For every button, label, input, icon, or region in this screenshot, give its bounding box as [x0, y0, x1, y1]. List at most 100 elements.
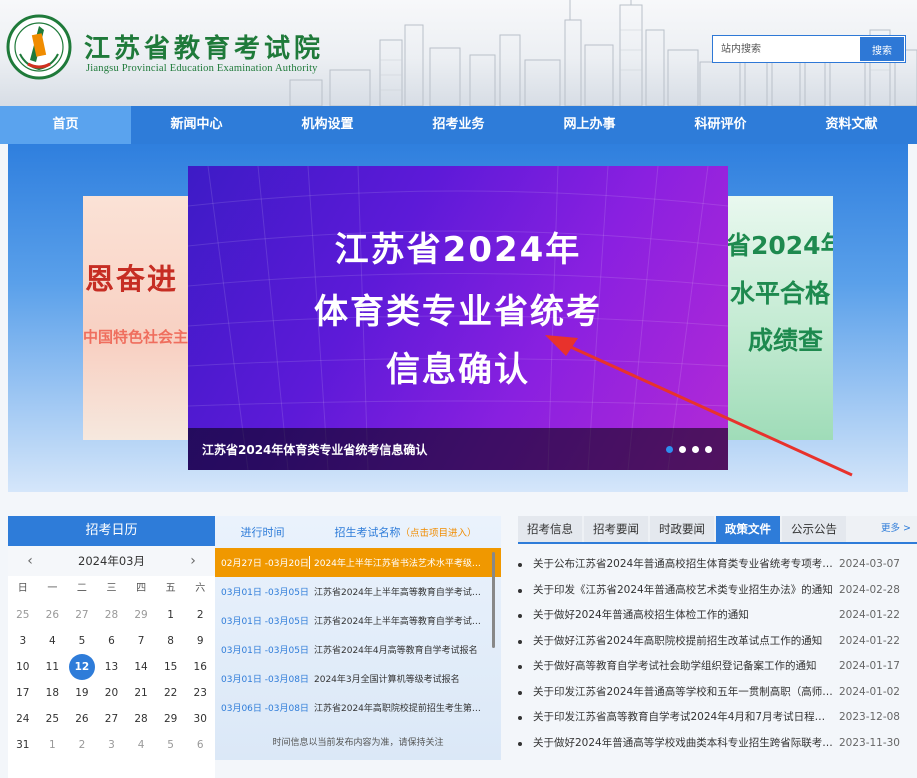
calendar-day[interactable]: 1: [38, 732, 68, 758]
calendar-day[interactable]: 25: [38, 706, 68, 732]
calendar-day[interactable]: 30: [185, 706, 215, 732]
schedule-row[interactable]: 03月01日 -03月05日 江苏省2024年4月高等教育自学考试报名: [215, 635, 501, 664]
calendar-day[interactable]: 28: [126, 706, 156, 732]
banner-slide-right[interactable]: 省2024年 水平合格 成绩查: [726, 196, 833, 440]
nav-item-home[interactable]: 首页: [0, 106, 131, 144]
banner-slide-main[interactable]: 江苏省2024年 体育类专业省统考 信息确认 江苏省2024年体育类专业省统考信…: [188, 166, 728, 470]
calendar-day[interactable]: 11: [38, 654, 68, 680]
calendar-day[interactable]: 22: [156, 680, 186, 706]
calendar-day[interactable]: 4: [38, 628, 68, 654]
schedule-row[interactable]: 03月01日 -03月05日 江苏省2024年上半年高等教育自学考试省…: [215, 606, 501, 635]
nav-item-research[interactable]: 科研评价: [655, 106, 786, 144]
calendar-day[interactable]: 31: [8, 732, 38, 758]
calendar-day[interactable]: 24: [8, 706, 38, 732]
banner-slide-left[interactable]: 恩奋进 中国特色社会主: [83, 196, 188, 440]
nav-item-news-center[interactable]: 新闻中心: [131, 106, 262, 144]
tab-admission-news[interactable]: 招考要闻: [584, 516, 648, 542]
slide-main-line-2: 体育类专业省统考: [314, 292, 602, 332]
calendar-day[interactable]: 6: [185, 732, 215, 758]
carousel-dot-3[interactable]: [692, 446, 699, 453]
tab-current-affairs[interactable]: 时政要闻: [650, 516, 714, 542]
nav-item-documents[interactable]: 资料文献: [786, 106, 917, 144]
calendar-day[interactable]: 15: [156, 654, 186, 680]
calendar-day[interactable]: 2: [67, 732, 97, 758]
calendar-day[interactable]: 17: [8, 680, 38, 706]
news-title[interactable]: 关于印发江苏省2024年普通高等学校和五年一贯制高职（高师…: [533, 680, 833, 706]
schedule-note: 时间信息以当前发布内容为准，请保持关注: [272, 738, 444, 748]
calendar-day[interactable]: 27: [97, 706, 127, 732]
calendar-day[interactable]: 5: [156, 732, 186, 758]
nav-item-admissions[interactable]: 招考业务: [393, 106, 524, 144]
list-item[interactable]: 关于做好2024年普通高等学校戏曲类本科专业招生跨省际联考工… 2023-11-3…: [518, 731, 917, 757]
news-title[interactable]: 关于印发江苏省高等教育自学考试2024年4月和7月考试日程表…: [533, 705, 833, 731]
tab-policy-documents[interactable]: 政策文件: [716, 516, 780, 542]
calendar-day[interactable]: 13: [97, 654, 127, 680]
list-item[interactable]: 关于做好江苏省2024年高职院校提前招生改革试点工作的通知 2024-01-22: [518, 629, 917, 655]
search-input[interactable]: [713, 36, 859, 62]
calendar-day[interactable]: 27: [67, 602, 97, 628]
tab-announcements[interactable]: 公示公告: [782, 516, 846, 542]
calendar-day[interactable]: 9: [185, 628, 215, 654]
calendar-day[interactable]: 5: [67, 628, 97, 654]
calendar-day[interactable]: 6: [97, 628, 127, 654]
list-item[interactable]: 关于公布江苏省2024年普通高校招生体育类专业省统考专项考… 2024-03-07: [518, 552, 917, 578]
schedule-row[interactable]: 03月01日 -03月05日 江苏省2024年上半年高等教育自学考试免…: [215, 577, 501, 606]
carousel-dot-4[interactable]: [705, 446, 712, 453]
search-button[interactable]: 搜索: [860, 37, 904, 61]
carousel-dot-1[interactable]: [666, 446, 673, 453]
calendar-day[interactable]: 19: [67, 680, 97, 706]
calendar-day[interactable]: 1: [156, 602, 186, 628]
schedule-row[interactable]: 03月01日 -03月08日 2024年3月全国计算机等级考试报名: [215, 664, 501, 693]
list-item[interactable]: 关于做好2024年普通高校招生体检工作的通知 2024-01-22: [518, 603, 917, 629]
list-item[interactable]: 关于做好高等教育自学考试社会助学组织登记备案工作的通知 2024-01-17: [518, 654, 917, 680]
calendar-day[interactable]: 8: [156, 628, 186, 654]
schedule-scrollbar[interactable]: [492, 552, 495, 648]
news-title[interactable]: 关于做好江苏省2024年高职院校提前招生改革试点工作的通知: [533, 629, 833, 655]
slide-left-line-1: 恩奋进: [85, 262, 179, 296]
calendar-day[interactable]: 2: [185, 602, 215, 628]
schedule-row[interactable]: 03月06日 -03月08日 江苏省2024年高职院校提前招生考生第一…: [215, 693, 501, 722]
carousel-dot-2[interactable]: [679, 446, 686, 453]
calendar-day[interactable]: 21: [126, 680, 156, 706]
calendar-day[interactable]: 20: [97, 680, 127, 706]
calendar-day[interactable]: 26: [38, 602, 68, 628]
news-title[interactable]: 关于公布江苏省2024年普通高校招生体育类专业省统考专项考…: [533, 552, 833, 578]
list-item[interactable]: 关于印发江苏省高等教育自学考试2024年4月和7月考试日程表… 2023-12-0…: [518, 705, 917, 731]
calendar-day[interactable]: 23: [185, 680, 215, 706]
calendar-day[interactable]: 3: [8, 628, 38, 654]
list-item[interactable]: 关于印发江苏省2024年普通高等学校和五年一贯制高职（高师… 2024-01-02: [518, 680, 917, 706]
bullet-icon: [518, 741, 522, 746]
nav-item-online-services[interactable]: 网上办事: [524, 106, 655, 144]
calendar-today-marker[interactable]: 12: [68, 654, 95, 680]
calendar-day[interactable]: 26: [67, 706, 97, 732]
nav-item-organization[interactable]: 机构设置: [262, 106, 393, 144]
schedule-row[interactable]: 02月27日 -03月20日 2024年上半年江苏省书法艺术水平考级报…: [215, 548, 501, 577]
calendar-day[interactable]: 14: [126, 654, 156, 680]
news-title[interactable]: 关于做好2024年普通高等学校戏曲类本科专业招生跨省际联考工…: [533, 731, 833, 757]
calendar-day[interactable]: 16: [185, 654, 215, 680]
calendar-day[interactable]: 3: [97, 732, 127, 758]
list-item[interactable]: 关于印发《江苏省2024年普通高校艺术类专业招生办法》的通知 2024-02-28: [518, 578, 917, 604]
calendar-day[interactable]: 28: [97, 602, 127, 628]
calendar-day[interactable]: 25: [8, 602, 38, 628]
calendar-day[interactable]: 4: [126, 732, 156, 758]
calendar-month-bar: ‹ 2024年03月 ›: [8, 546, 215, 576]
news-title[interactable]: 关于做好高等教育自学考试社会助学组织登记备案工作的通知: [533, 654, 833, 680]
calendar-grid: 日一二三四五六 25 26 27 28 29 1 2 3 4 5 6 7 8 9 10 11 12 13 14 15 16…: [8, 576, 215, 758]
seal-logo-icon[interactable]: [6, 14, 72, 80]
schedule-row-name: 江苏省2024年上半年高等教育自学考试免…: [314, 588, 490, 598]
more-link[interactable]: 更多 >: [881, 516, 917, 542]
calendar-day[interactable]: 7: [126, 628, 156, 654]
calendar-day[interactable]: 29: [126, 602, 156, 628]
calendar-day[interactable]: 18: [38, 680, 68, 706]
tab-admission-info[interactable]: 招考信息: [518, 516, 582, 542]
calendar-day[interactable]: 10: [8, 654, 38, 680]
calendar-next-icon[interactable]: ›: [181, 546, 205, 576]
news-title[interactable]: 关于印发《江苏省2024年普通高校艺术类专业招生办法》的通知: [533, 578, 833, 604]
schedule-row-date: 03月06日 -03月08日: [221, 704, 309, 714]
calendar-day-today[interactable]: 12: [67, 654, 97, 680]
calendar-day[interactable]: 29: [156, 706, 186, 732]
slide-caption[interactable]: 江苏省2024年体育类专业省统考信息确认: [202, 441, 427, 458]
calendar-prev-icon[interactable]: ‹: [18, 546, 42, 576]
news-title[interactable]: 关于做好2024年普通高校招生体检工作的通知: [533, 603, 833, 629]
